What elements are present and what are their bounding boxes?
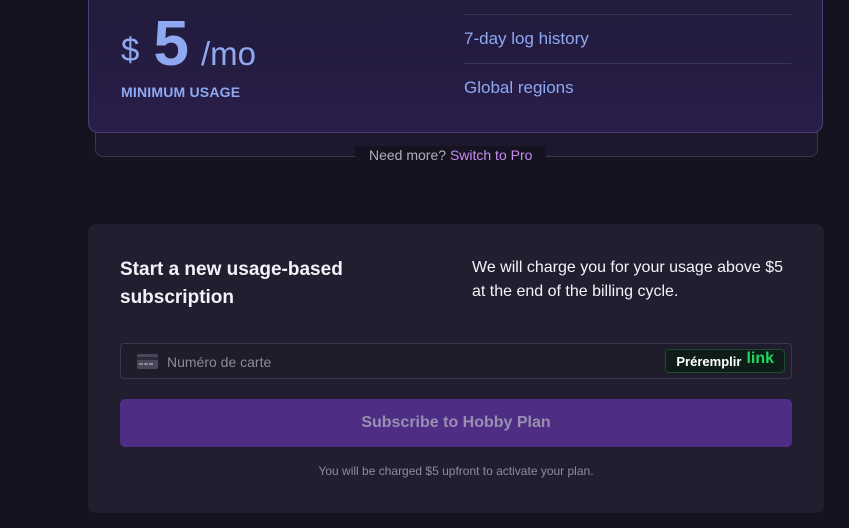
minimum-usage-label: MINIMUM USAGE (121, 84, 241, 100)
plan-price: $ 5 /mo (121, 6, 256, 80)
feature-item: Global regions (464, 78, 574, 97)
feature-item: 7-day log history (464, 29, 589, 48)
need-more-prefix: Need more? (369, 147, 447, 163)
subscription-title: Start a new usage-based subscription (120, 259, 343, 308)
subscribe-hobby-button[interactable]: Subscribe to Hobby Plan (120, 399, 792, 447)
price-amount: 5 (153, 7, 189, 79)
subscription-card: Start a new usage-based subscription We … (88, 224, 824, 513)
switch-to-pro-link[interactable]: Switch to Pro (450, 147, 532, 163)
upfront-charge-note: You will be charged $5 upfront to activa… (318, 464, 594, 478)
link-logo: link (746, 350, 774, 367)
price-period: /mo (200, 35, 256, 72)
link-prefill-button[interactable]: Préremplir link (665, 349, 785, 373)
page: $ 5 /mo MINIMUM USAGE 7-day log history … (0, 0, 849, 528)
prefill-label: Préremplir (676, 353, 742, 369)
credit-card-icon (137, 354, 158, 369)
price-currency: $ (121, 31, 140, 68)
card-number-input[interactable] (165, 344, 649, 380)
plan-features-list: 7-day log history Global regions (464, 14, 791, 112)
need-more-text: Need more? Switch to Pro (355, 146, 547, 164)
card-number-field[interactable]: Préremplir link (120, 343, 792, 380)
subscription-description: We will charge you for your usage above … (472, 259, 783, 300)
